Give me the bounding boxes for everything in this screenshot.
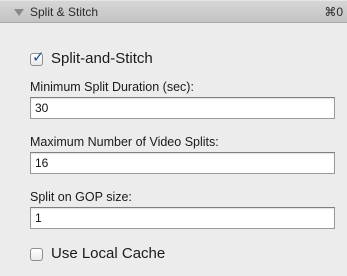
max-video-splits-field[interactable] — [30, 152, 335, 174]
split-and-stitch-option[interactable]: ✓ Split-and-Stitch — [30, 49, 153, 69]
panel-title: Split & Stitch — [30, 5, 99, 19]
use-local-cache-label[interactable]: Use Local Cache — [51, 244, 165, 264]
split-gop-size-field[interactable] — [30, 207, 335, 229]
split-stitch-panel: Split & Stitch ⌘0 ✓ Split-and-Stitch Min… — [0, 0, 347, 276]
panel-header[interactable]: Split & Stitch ⌘0 — [0, 0, 347, 23]
split-and-stitch-checkbox[interactable]: ✓ — [30, 47, 45, 66]
min-split-duration-field[interactable] — [30, 97, 335, 119]
use-local-cache-checkbox[interactable] — [30, 247, 43, 261]
min-split-duration-label: Minimum Split Duration (sec): — [30, 80, 194, 94]
use-local-cache-option[interactable]: Use Local Cache — [30, 244, 165, 264]
split-gop-size-label: Split on GOP size: — [30, 190, 132, 204]
disclosure-triangle-icon[interactable] — [14, 9, 24, 16]
keyboard-shortcut: ⌘0 — [324, 5, 343, 19]
checkmark-icon: ✓ — [32, 47, 45, 66]
split-and-stitch-label[interactable]: Split-and-Stitch — [51, 49, 153, 69]
max-video-splits-label: Maximum Number of Video Splits: — [30, 135, 219, 149]
